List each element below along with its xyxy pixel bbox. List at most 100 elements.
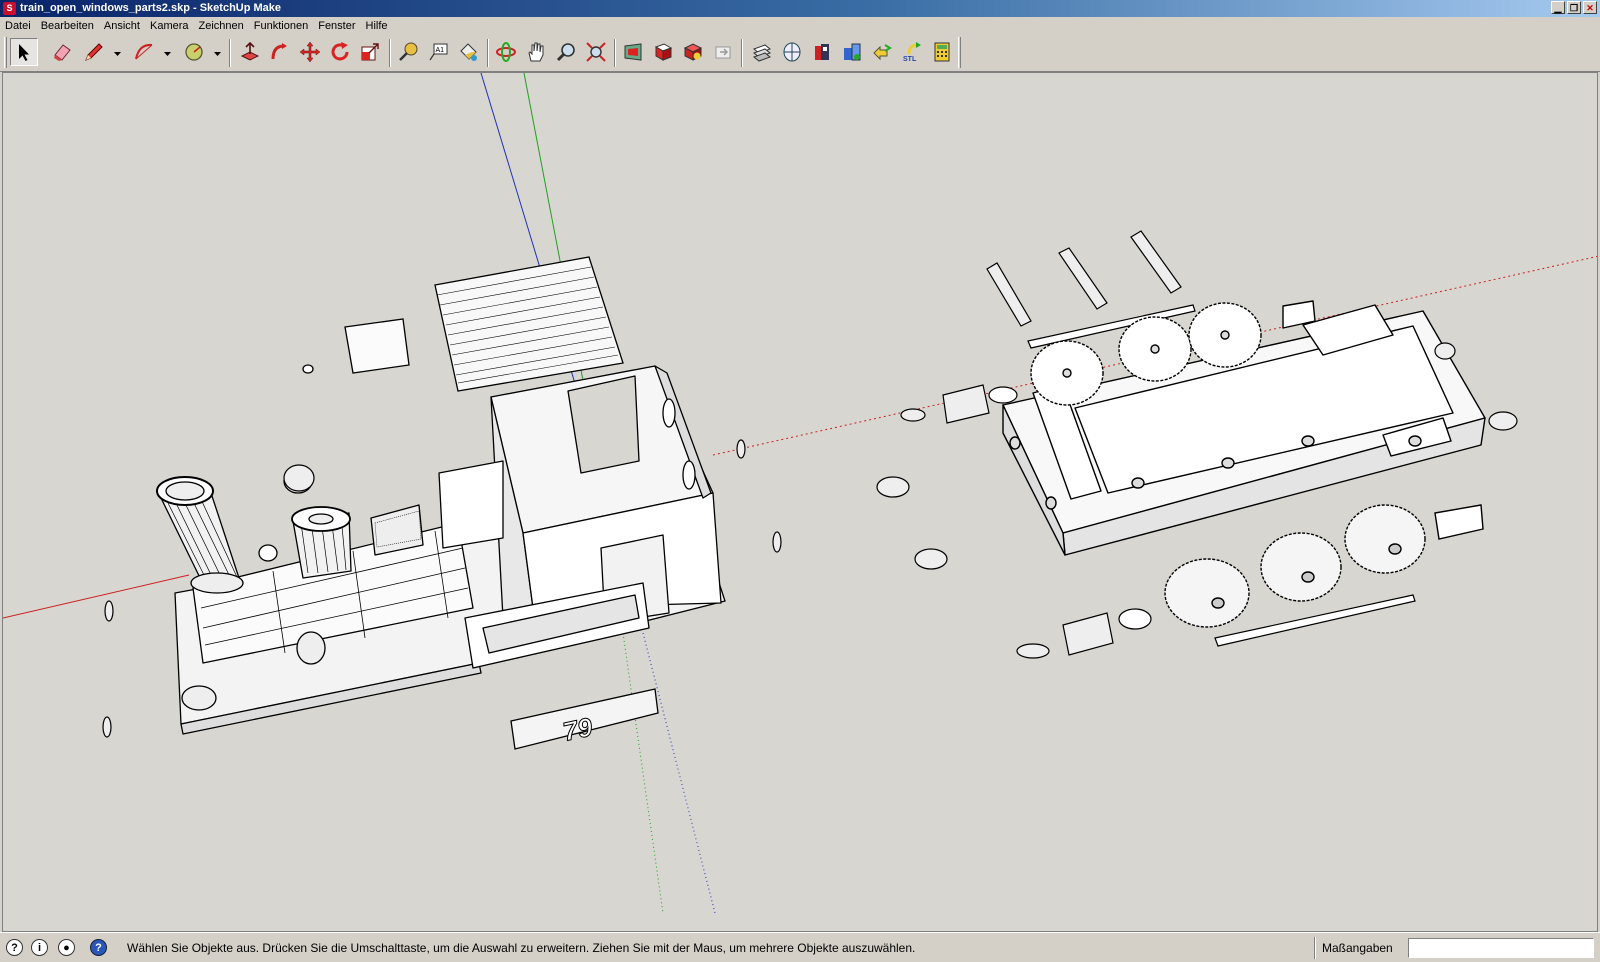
shape-tools-dropdown-icon[interactable] <box>213 50 222 58</box>
line-tools-dropdown-icon[interactable] <box>113 50 122 58</box>
rotate-tool-button[interactable] <box>326 38 354 66</box>
status-bar: ? i ● ? Wählen Sie Objekte aus. Drücken … <box>0 932 1600 962</box>
title-bar: S train_open_windows_parts2.skp - Sketch… <box>0 0 1600 17</box>
locomotive-body <box>156 364 726 735</box>
move-tool-button[interactable] <box>296 38 324 66</box>
toolbar-separator <box>741 39 743 67</box>
menu-zeichnen[interactable]: Zeichnen <box>194 17 249 35</box>
green-axis-dotted <box>622 632 664 914</box>
import-button[interactable] <box>808 38 836 66</box>
components-button[interactable] <box>679 38 707 66</box>
wheels-bottom <box>1164 504 1484 628</box>
section-plane-button[interactable] <box>748 38 776 66</box>
follow-me-tool-button[interactable] <box>266 38 294 66</box>
extension-warehouse-icon <box>715 46 731 59</box>
menu-ansicht[interactable]: Ansicht <box>99 17 145 35</box>
menu-hilfe[interactable]: Hilfe <box>361 17 393 35</box>
toolbar-separator <box>229 39 231 67</box>
orbit-tool-icon <box>496 42 516 62</box>
zoom-tool-button[interactable] <box>552 38 580 66</box>
svg-text:STL: STL <box>903 56 917 63</box>
menu-bar: Datei Bearbeiten Ansicht Kamera Zeichnen… <box>0 17 1600 35</box>
window-title: train_open_windows_parts2.skp - SketchUp… <box>20 2 282 14</box>
pan-tool-button[interactable] <box>522 38 550 66</box>
red-axis-line <box>3 574 190 619</box>
follow-me-tool-icon <box>271 43 287 60</box>
blue-axis-dotted <box>642 632 716 914</box>
export-arrow-icon <box>873 44 892 61</box>
solid-inspector-icon <box>844 43 861 61</box>
warehouse-icon <box>624 43 642 61</box>
paint-bucket-tool-icon <box>460 43 477 61</box>
components-icon <box>683 43 703 61</box>
toolbar: A1 STL <box>0 35 1600 72</box>
move-tool-icon <box>299 41 321 63</box>
zoom-extents-tool-icon <box>586 42 606 62</box>
calculator-icon <box>934 42 950 62</box>
menu-fenster[interactable]: Fenster <box>313 17 360 35</box>
maximize-button[interactable]: ❐ <box>1567 1 1581 14</box>
push-pull-tool-button[interactable] <box>236 38 264 66</box>
sketchup-app-icon[interactable]: S <box>3 2 16 15</box>
minimize-button[interactable]: ▁ <box>1551 1 1565 14</box>
polygon-tool-button[interactable] <box>180 38 208 66</box>
warehouse-button[interactable] <box>619 38 647 66</box>
cube-view-button[interactable] <box>778 38 806 66</box>
credits-icon[interactable]: i <box>31 939 48 956</box>
share-model-icon <box>654 43 673 61</box>
status-divider <box>1314 937 1316 959</box>
arc-tool-button[interactable] <box>130 38 158 66</box>
axle-cylinder-front <box>296 631 326 665</box>
share-model-button[interactable] <box>649 38 677 66</box>
menu-datei[interactable]: Datei <box>0 17 36 35</box>
pencil-line-tool-button[interactable] <box>80 38 108 66</box>
export-arrow-button[interactable] <box>868 38 896 66</box>
solid-inspector-button[interactable] <box>838 38 866 66</box>
cab-window <box>567 375 640 474</box>
scale-tool-button[interactable] <box>356 38 384 66</box>
toolbar-separator <box>487 39 489 67</box>
close-button[interactable]: ✕ <box>1583 1 1597 14</box>
model-drawing: 79 <box>3 73 1597 914</box>
pan-tool-icon <box>528 42 544 62</box>
scale-tool-icon <box>361 43 379 61</box>
zoom-tool-icon <box>556 43 575 62</box>
cab-roof <box>434 256 624 392</box>
status-message: Wählen Sie Objekte aus. Drücken Sie die … <box>127 941 916 955</box>
stl-export-icon: STL <box>903 42 921 63</box>
model-viewport[interactable]: 79 <box>2 72 1598 932</box>
calculator-button[interactable] <box>928 38 956 66</box>
menu-bearbeiten[interactable]: Bearbeiten <box>36 17 99 35</box>
toolbar-separator <box>614 39 616 67</box>
svg-text:A1: A1 <box>436 47 445 54</box>
toolbar-end <box>958 37 961 68</box>
tape-measure-tool-button[interactable] <box>394 38 422 66</box>
axes <box>3 73 1597 914</box>
user-account-icon[interactable]: ● <box>58 939 75 956</box>
menu-funktionen[interactable]: Funktionen <box>249 17 313 35</box>
menu-kamera[interactable]: Kamera <box>145 17 194 35</box>
tape-measure-tool-icon <box>399 42 418 61</box>
stl-export-button[interactable]: STL <box>898 38 926 66</box>
select-tool-icon <box>19 44 29 61</box>
measurements-input[interactable] <box>1408 938 1594 958</box>
paint-bucket-tool-button[interactable] <box>454 38 482 66</box>
text-tool-button[interactable]: A1 <box>424 38 452 66</box>
eraser-tool-button[interactable] <box>48 38 76 66</box>
geo-location-icon[interactable]: ? <box>6 939 23 956</box>
orbit-tool-button[interactable] <box>492 38 520 66</box>
pencil-line-tool-icon <box>85 43 103 61</box>
select-tool-button[interactable] <box>10 38 38 66</box>
toolbar-grip[interactable] <box>4 37 7 68</box>
push-pull-tool-icon <box>240 41 260 61</box>
polygon-tool-icon <box>185 43 203 61</box>
toolbar-separator <box>389 39 391 67</box>
arc-tools-dropdown-icon[interactable] <box>163 50 172 58</box>
small-panel <box>344 318 410 374</box>
extension-warehouse-button[interactable] <box>709 38 737 66</box>
section-plane-icon <box>752 44 772 62</box>
help-icon[interactable]: ? <box>90 939 107 956</box>
zoom-extents-tool-button[interactable] <box>582 38 610 66</box>
import-icon <box>815 44 829 60</box>
measurements-label: Maßangaben <box>1322 941 1393 955</box>
